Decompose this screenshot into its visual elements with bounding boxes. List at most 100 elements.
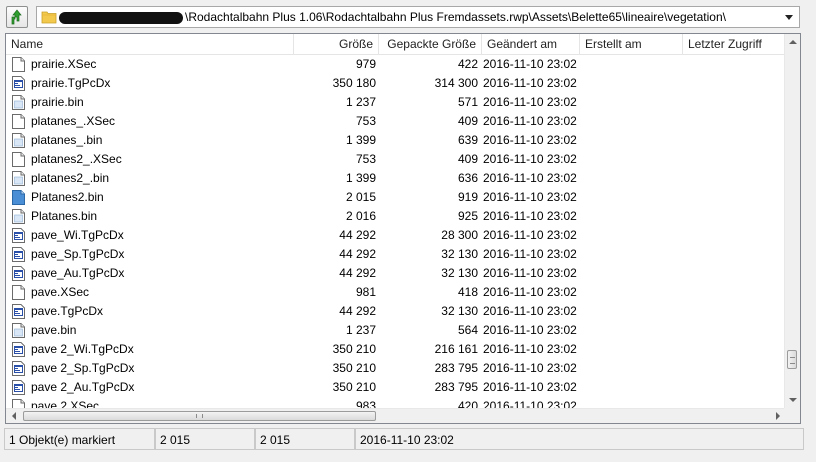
table-row[interactable]: pave 2_Au.TgPcDx 350 210 283 795 2016-11-10… — [6, 378, 786, 397]
table-row[interactable]: pave.bin 1 237 564 2016-11-10 23:02 — [6, 321, 786, 340]
address-field[interactable]: \Rodachtalbahn Plus 1.06\Rodachtalbahn P… — [36, 6, 800, 28]
table-row[interactable]: prairie.bin 1 237 571 2016-11-10 23:02 — [6, 93, 786, 112]
vertical-scrollbar[interactable] — [784, 34, 800, 409]
file-name: platanes2_.XSec — [31, 152, 122, 166]
file-name-cell: platanes2_.bin — [12, 169, 312, 188]
file-size: 981 — [355, 285, 376, 299]
horizontal-scrollbar[interactable] — [6, 408, 786, 423]
table-row[interactable]: platanes_.bin 1 399 639 2016-11-10 23:02 — [6, 131, 786, 150]
file-size: 979 — [355, 57, 376, 71]
status-packed-size: 2 015 — [255, 428, 355, 450]
file-modified: 2016-11-10 23:02 — [483, 228, 577, 242]
column-header-name[interactable]: Name — [6, 34, 294, 54]
file-modified: 2016-11-10 23:02 — [483, 247, 577, 261]
file-name-cell: platanes2_.XSec — [12, 150, 312, 169]
column-header-created[interactable]: Erstellt am — [580, 34, 683, 54]
file-name: Platanes.bin — [31, 209, 98, 223]
file-name: pave 2_Wi.TgPcDx — [31, 342, 134, 356]
file-modified: 2016-11-10 23:02 — [483, 152, 577, 166]
file-name: pave_Sp.TgPcDx — [31, 247, 125, 261]
file-name: prairie.TgPcDx — [31, 76, 111, 90]
file-modified: 2016-11-10 23:02 — [483, 133, 577, 147]
file-name: pave.bin — [31, 323, 77, 337]
file-packed-size: 283 795 — [434, 361, 478, 375]
file-packed-size: 564 — [457, 323, 478, 337]
file-packed-size: 32 130 — [441, 266, 478, 280]
file-name-cell: pave.TgPcDx — [12, 302, 312, 321]
file-name: pave_Au.TgPcDx — [31, 266, 125, 280]
file-modified: 2016-11-10 23:02 — [483, 209, 577, 223]
column-header-accessed[interactable]: Letzter Zugriff — [683, 34, 786, 54]
table-row[interactable]: pave.TgPcDx 44 292 32 130 2016-11-10 23:02 — [6, 302, 786, 321]
file-size: 350 210 — [332, 380, 376, 394]
file-modified: 2016-11-10 23:02 — [483, 285, 577, 299]
column-header-packed[interactable]: Gepackte Größe — [379, 34, 482, 54]
vertical-scroll-thumb[interactable] — [787, 350, 797, 369]
file-name-cell: pave 2_Wi.TgPcDx — [12, 340, 312, 359]
file-name: platanes_.XSec — [31, 114, 116, 128]
file-name: pave 2_Au.TgPcDx — [31, 380, 135, 394]
file-modified: 2016-11-10 23:02 — [483, 95, 577, 109]
file-name-cell: pave.bin — [12, 321, 312, 340]
file-name-cell: pave_Au.TgPcDx — [12, 264, 312, 283]
redacted-path-segment — [59, 12, 183, 24]
file-modified: 2016-11-10 23:02 — [483, 190, 577, 204]
file-modified: 2016-11-10 23:02 — [483, 76, 577, 90]
scroll-down-button[interactable] — [785, 392, 800, 409]
folder-icon — [41, 11, 57, 24]
table-row[interactable]: pave 2_Sp.TgPcDx 350 210 283 795 2016-11-10… — [6, 359, 786, 378]
file-size: 44 292 — [339, 247, 376, 261]
file-size: 753 — [355, 114, 376, 128]
table-row[interactable]: platanes_.XSec 753 409 2016-11-10 23:02 — [6, 112, 786, 131]
table-row[interactable]: platanes2_.bin 1 399 636 2016-11-10 23:02 — [6, 169, 786, 188]
file-name: pave_Wi.TgPcDx — [31, 228, 124, 242]
file-name-cell: platanes_.bin — [12, 131, 312, 150]
file-name-cell: pave_Sp.TgPcDx — [12, 245, 312, 264]
file-name-cell: prairie.TgPcDx — [12, 74, 312, 93]
file-size: 1 237 — [345, 95, 376, 109]
table-row[interactable]: pave_Au.TgPcDx 44 292 32 130 2016-11-10 23:… — [6, 264, 786, 283]
file-packed-size: 571 — [457, 95, 478, 109]
table-row[interactable]: pave 2_Wi.TgPcDx 350 210 216 161 2016-11-10… — [6, 340, 786, 359]
file-packed-size: 925 — [457, 209, 478, 223]
file-modified: 2016-11-10 23:02 — [483, 304, 577, 318]
table-row[interactable]: pave.XSec 981 418 2016-11-10 23:02 — [6, 283, 786, 302]
table-row[interactable]: pave_Sp.TgPcDx 44 292 32 130 2016-11-10 23:… — [6, 245, 786, 264]
file-name: pave.TgPcDx — [31, 304, 104, 318]
up-arrow-icon — [11, 9, 22, 25]
scroll-up-button[interactable] — [785, 34, 800, 51]
table-row[interactable]: Platanes.bin 2 016 925 2016-11-10 23:02 — [6, 207, 786, 226]
file-size: 350 210 — [332, 361, 376, 375]
address-bar: \Rodachtalbahn Plus 1.06\Rodachtalbahn P… — [0, 0, 816, 33]
file-modified: 2016-11-10 23:02 — [483, 57, 577, 71]
file-size: 2 016 — [345, 209, 376, 223]
file-modified: 2016-11-10 23:02 — [483, 266, 577, 280]
file-size: 1 399 — [345, 133, 376, 147]
file-modified: 2016-11-10 23:02 — [483, 323, 577, 337]
column-header-size[interactable]: Größe — [294, 34, 379, 54]
table-row[interactable]: Platanes2.bin 2 015 919 2016-11-10 23:02 — [6, 188, 786, 207]
file-packed-size: 216 161 — [434, 342, 478, 356]
horizontal-scroll-thumb[interactable] — [23, 411, 376, 421]
scroll-left-button[interactable] — [6, 409, 22, 423]
status-bar: 1 Objekt(e) markiert 2 015 2 015 2016-11… — [4, 428, 804, 452]
table-row[interactable]: platanes2_.XSec 753 409 2016-11-10 23:02 — [6, 150, 786, 169]
file-modified: 2016-11-10 23:02 — [483, 114, 577, 128]
address-dropdown-button[interactable] — [781, 8, 797, 26]
up-folder-button[interactable] — [6, 6, 28, 28]
file-name: pave 2_Sp.TgPcDx — [31, 361, 135, 375]
column-header-modified[interactable]: Geändert am — [482, 34, 580, 54]
table-row[interactable]: pave_Wi.TgPcDx 44 292 28 300 2016-11-10 23:… — [6, 226, 786, 245]
status-selected-count: 1 Objekt(e) markiert — [4, 428, 155, 450]
file-size: 350 180 — [332, 76, 376, 90]
file-packed-size: 919 — [457, 190, 478, 204]
file-size: 753 — [355, 152, 376, 166]
file-size: 44 292 — [339, 266, 376, 280]
table-row[interactable]: prairie.TgPcDx 350 180 314 300 2016-11-10 2… — [6, 74, 786, 93]
table-row[interactable]: prairie.XSec 979 422 2016-11-10 23:02 — [6, 55, 786, 74]
file-size: 2 015 — [345, 190, 376, 204]
file-size: 44 292 — [339, 304, 376, 318]
file-packed-size: 28 300 — [441, 228, 478, 242]
file-rows: prairie.XSec 979 422 2016-11-10 23:02 prairi… — [6, 55, 786, 410]
status-modified: 2016-11-10 23:02 — [355, 428, 804, 450]
